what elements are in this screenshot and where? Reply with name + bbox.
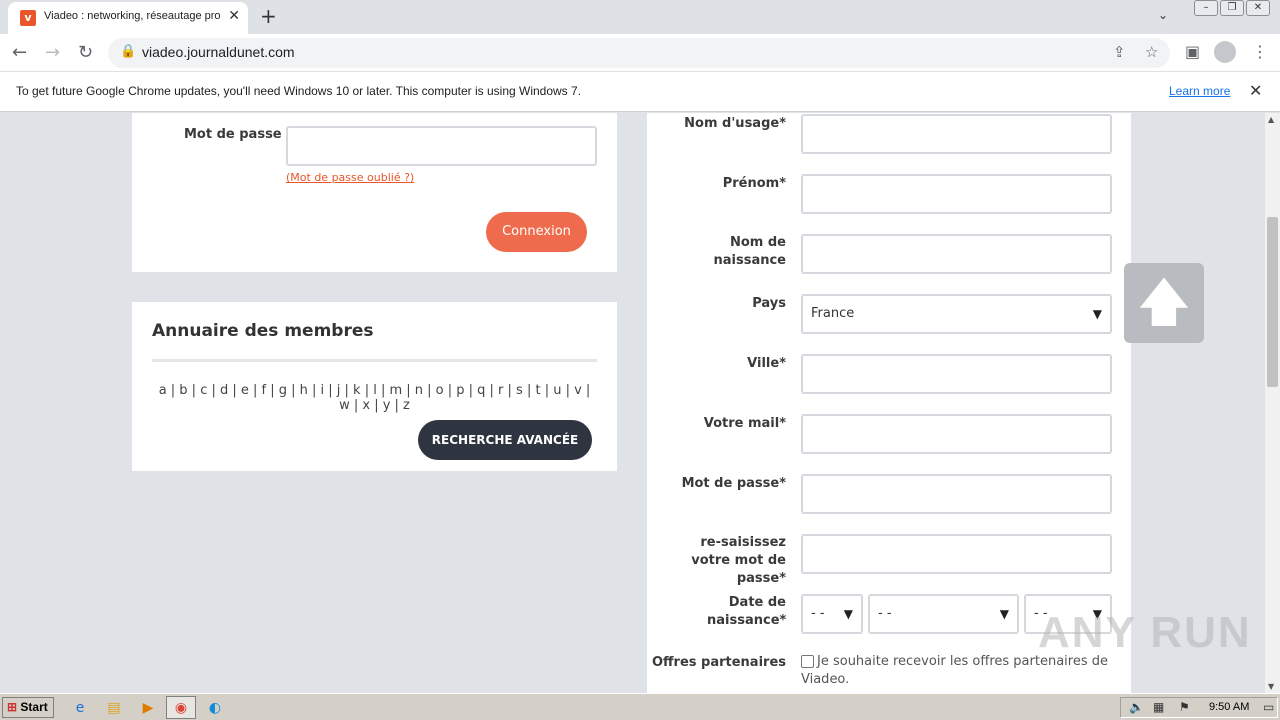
month-select[interactable]: - - ▼ [868,594,1019,634]
advanced-search-button[interactable]: RECHERCHE AVANCÉE [418,420,592,460]
prenom-label: Prénom* [722,176,786,191]
offres-checkbox-text: Je souhaite recevoir les offres partenai… [801,654,1108,687]
month-select-value: - - [878,606,892,621]
minimize-icon[interactable]: – [1194,0,1218,16]
share-icon[interactable]: ⇪ [1113,43,1126,61]
nom-naissance-label: Nom de naissance [713,235,786,268]
page-content: Mot de passe (Mot de passe oublié ?) Con… [0,113,1265,693]
chevron-down-icon: ▼ [1092,307,1102,321]
annuaire-card: Annuaire des membres a | b | c | d | e |… [132,302,617,471]
clock: 9:50 AM [1209,701,1250,713]
tab-close-icon[interactable]: ✕ [228,8,240,24]
registration-card: Nom d'usage* Prénom* Nom de naissance Pa… [647,113,1131,693]
file-explorer-icon[interactable]: ▤ [104,698,124,718]
internet-explorer-icon[interactable]: e [70,698,90,718]
back-arrow-icon[interactable]: ← [12,42,27,63]
ville-label: Ville* [747,356,786,371]
browser-toolbar: ← → ↻ 🔒 viadeo.journaldunet.com ⇪ ☆ ▣ ⋮ [0,34,1280,72]
date-naissance-label: Date de naissance* [707,595,787,628]
mail-label: Votre mail* [703,416,786,431]
edge-icon[interactable]: ◐ [205,698,225,718]
system-tray: 🔈 ▦ ⚑ 9:50 AM ▭ [1120,697,1278,718]
menu-kebab-icon[interactable]: ⋮ [1252,42,1268,61]
chevron-down-icon: ▼ [843,607,853,621]
day-select[interactable]: - - ▼ [801,594,863,634]
password-label: Mot de passe [184,127,282,142]
side-panel-icon[interactable]: ▣ [1185,42,1200,61]
register-password-input[interactable] [801,474,1112,514]
window-controls: – ❐ ✕ [1194,0,1270,18]
pays-label: Pays [752,296,786,311]
window-close-icon[interactable]: ✕ [1246,0,1270,16]
browser-tab[interactable]: v Viadeo : networking, réseautage pro ✕ [8,2,248,34]
windows-taskbar: ⊞ Start e ▤ ▶ ◉ ◐ 🔈 ▦ ⚑ 9:50 AM ▭ [0,693,1280,720]
forward-arrow-icon[interactable]: → [45,42,60,63]
divider [152,359,597,362]
media-player-icon[interactable]: ▶ [138,698,158,718]
pays-select-value: France [811,306,855,321]
infobar-close-icon[interactable]: ✕ [1249,81,1262,100]
windows-flag-icon: ⊞ [7,700,18,714]
day-select-value: - - [811,606,825,621]
nom-naissance-input[interactable] [801,234,1112,274]
update-infobar: To get future Google Chrome updates, you… [0,72,1280,112]
viadeo-favicon-icon: v [20,10,36,26]
network-icon[interactable]: ▦ [1153,700,1164,714]
tab-strip: v Viadeo : networking, réseautage pro ✕ … [0,0,1280,34]
scroll-to-top-arrow-icon[interactable]: 🡅 [1124,263,1204,343]
annuaire-title: Annuaire des membres [152,321,374,341]
url-text: viadeo.journaldunet.com [142,44,295,60]
new-tab-icon[interactable]: + [260,4,277,28]
connexion-button[interactable]: Connexion [486,212,587,252]
restore-icon[interactable]: ❐ [1220,0,1244,16]
pays-select[interactable]: France ▼ [801,294,1112,334]
prenom-input[interactable] [801,174,1112,214]
login-card: Mot de passe (Mot de passe oublié ?) Con… [132,113,617,272]
offres-checkbox[interactable] [801,655,814,668]
offres-label: Offres partenaires [651,655,786,670]
mail-input[interactable] [801,414,1112,454]
show-desktop-icon[interactable]: ▭ [1263,700,1274,714]
ville-input[interactable] [801,354,1112,394]
action-center-flag-icon[interactable]: ⚑ [1179,700,1190,714]
reload-icon[interactable]: ↻ [78,42,93,63]
chrome-icon[interactable]: ◉ [171,698,191,718]
password-confirm-label: re-saisissez votre mot de passe* [691,535,786,586]
start-label: Start [20,700,48,714]
tab-search-chevron-icon[interactable]: ⌄ [1158,8,1168,22]
anyrun-watermark: ANY RUN [1038,608,1252,657]
scroll-down-icon[interactable]: ▼ [1268,682,1274,691]
volume-icon[interactable]: 🔈 [1129,700,1144,714]
scroll-up-icon[interactable]: ▲ [1268,115,1274,124]
bookmark-star-icon[interactable]: ☆ [1145,43,1158,61]
nom-usage-input[interactable] [801,114,1112,154]
register-password-label: Mot de passe* [681,476,786,491]
nom-usage-label: Nom d'usage* [684,116,786,131]
scroll-thumb[interactable] [1267,217,1278,387]
learn-more-link[interactable]: Learn more [1169,84,1230,98]
lock-icon[interactable]: 🔒 [120,44,136,59]
chevron-down-icon: ▼ [999,607,1009,621]
page-scrollbar[interactable]: ▲ ▼ [1265,113,1280,693]
start-button[interactable]: ⊞ Start [2,697,54,718]
profile-avatar-icon[interactable] [1214,41,1236,63]
alphabet-links[interactable]: a | b | c | d | e | f | g | h | i | j | … [152,383,597,413]
infobar-message: To get future Google Chrome updates, you… [16,84,582,98]
login-password-input[interactable] [286,126,597,166]
password-confirm-input[interactable] [801,534,1112,574]
forgot-password-link[interactable]: (Mot de passe oublié ?) [286,171,414,184]
tab-title: Viadeo : networking, réseautage pro [44,10,221,22]
address-bar[interactable]: 🔒 viadeo.journaldunet.com ⇪ ☆ [108,38,1170,68]
